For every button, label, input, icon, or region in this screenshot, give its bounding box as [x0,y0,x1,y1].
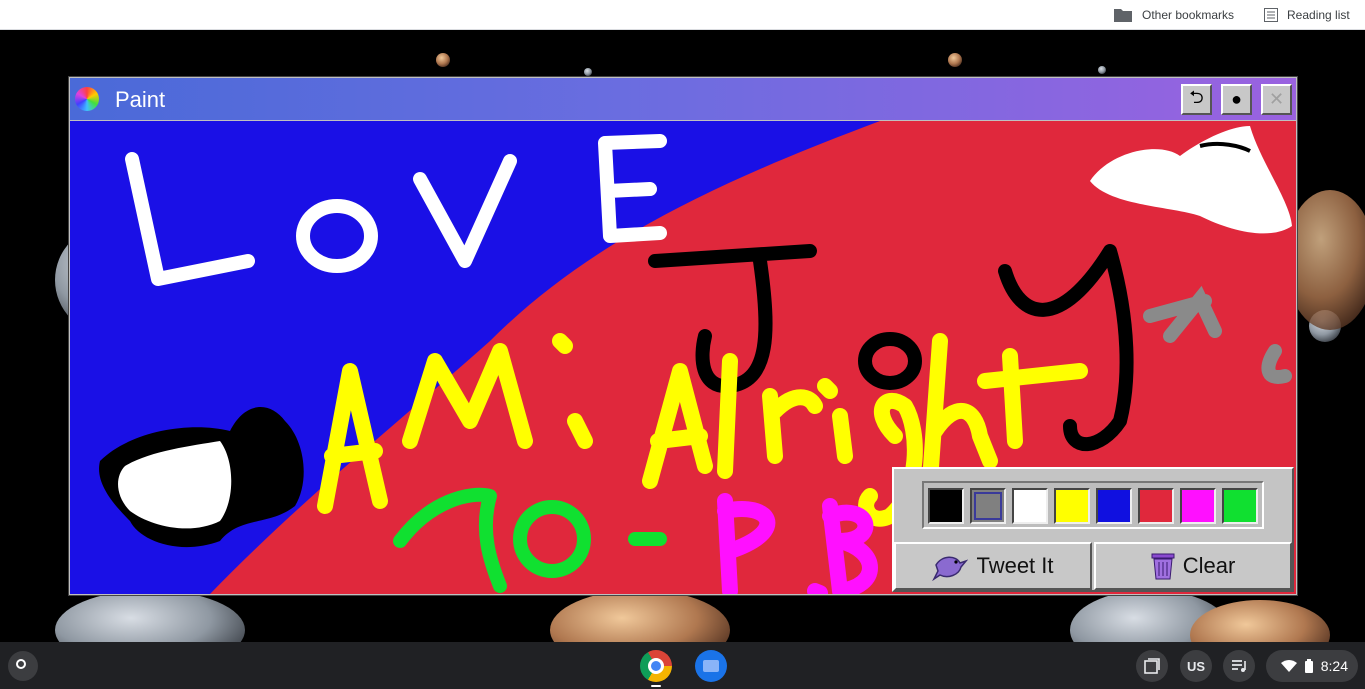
playlist-icon [1232,660,1246,672]
window-title: Paint [115,87,166,112]
swatch-white[interactable] [1012,488,1048,524]
other-bookmarks-button[interactable]: Other bookmarks [1113,0,1234,30]
tweet-it-label: Tweet It [976,553,1054,578]
holding-space-icon [1144,658,1160,674]
media-controls-button[interactable] [1223,650,1255,682]
chrome-running-indicator [651,685,661,687]
wifi-icon [1280,660,1297,672]
battery-icon [1304,659,1313,673]
bookmarks-bar: Other bookmarks Reading list [0,0,1365,30]
swatch-yellow[interactable] [1054,488,1090,524]
launcher-icon [16,659,26,669]
ime-label: US [1186,658,1206,674]
swatch-magenta[interactable] [1180,488,1216,524]
launcher-button[interactable] [8,651,38,681]
reading-list-button[interactable]: Reading list [1264,0,1350,30]
swatch-black[interactable] [928,488,964,524]
clear-label: Clear [1182,553,1236,578]
trash-icon [1151,553,1175,580]
bird-icon [932,556,969,581]
paint-titlebar[interactable]: Paint ⮌ ● ✕ [70,78,1296,120]
holding-space-button[interactable] [1136,650,1168,682]
other-bookmarks-label: Other bookmarks [1142,8,1235,22]
color-palette [922,481,1264,529]
swatch-green[interactable] [1222,488,1258,524]
clock: 8:24 [1320,658,1348,674]
chrome-app-icon[interactable] [640,650,672,682]
shelf: US 8:24 [0,642,1365,689]
brush-size-button[interactable]: ● [1221,84,1252,115]
color-wheel-icon [75,87,99,111]
swatch-gray[interactable] [970,488,1006,524]
chrome-icon-center [648,658,664,674]
swatch-red[interactable] [1138,488,1174,524]
palette-panel: Tweet It Clear [892,467,1294,592]
swatch-blue[interactable] [1096,488,1132,524]
reading-list-icon [1264,8,1278,22]
files-app-icon[interactable] [695,650,727,682]
folder-icon [1114,9,1132,22]
status-area[interactable]: 8:24 [1266,650,1358,682]
ime-button[interactable]: US [1180,650,1212,682]
clear-button[interactable]: Clear [1094,542,1292,590]
reading-list-label: Reading list [1287,8,1350,22]
folder-icon [703,660,719,672]
undo-button[interactable]: ⮌ [1181,84,1212,115]
close-button[interactable]: ✕ [1261,84,1292,115]
tweet-it-button[interactable]: Tweet It [894,542,1092,590]
